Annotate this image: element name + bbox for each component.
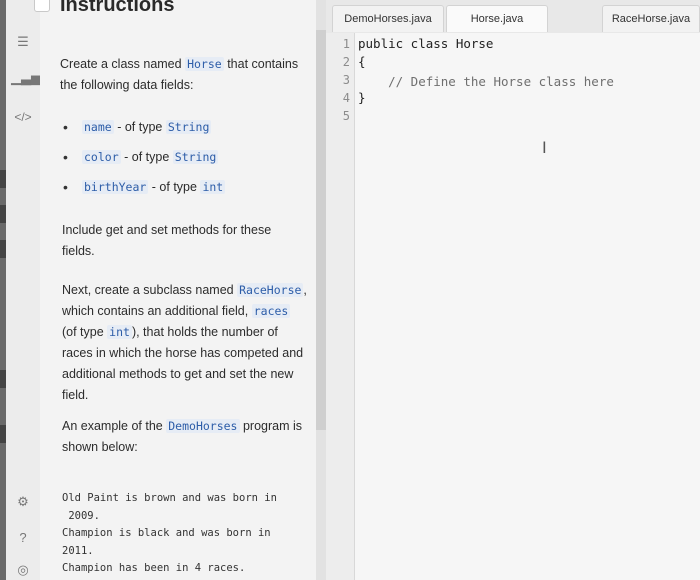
code-line[interactable]: // Define the Horse class here (358, 74, 614, 89)
example-text: An example of the (62, 419, 163, 433)
demohorses-code: DemoHorses (166, 419, 240, 433)
field-name: name (82, 120, 114, 134)
code-icon[interactable]: </> (11, 110, 35, 124)
field-type: int (200, 180, 226, 194)
line-number: 1 (342, 37, 350, 51)
races-field-code: races (251, 304, 291, 318)
intro-text: that contains (227, 57, 299, 71)
field-name: birthYear (82, 180, 149, 194)
tab-horse[interactable]: Horse.java (446, 5, 548, 32)
horse-class-code: Horse (185, 57, 224, 71)
field-sep: - of type (151, 180, 197, 194)
intro-text: Create a class named (60, 57, 182, 71)
code-line[interactable]: public class Horse (358, 36, 493, 51)
subclass-text: Next, create a subclass named (62, 283, 234, 297)
panel-tab-icon (34, 0, 50, 12)
instructions-title: Instructions (60, 0, 175, 16)
instructions-panel: Instructions Create a class named Horse … (34, 0, 317, 580)
list-icon[interactable]: ☰ (11, 34, 35, 50)
code-line[interactable]: } (358, 90, 366, 105)
scrollbar-thumb[interactable] (316, 30, 326, 430)
theme-icon[interactable]: ◎ (11, 562, 35, 578)
fields-list: name - of type String color - of type St… (58, 116, 308, 206)
field-type: String (172, 150, 219, 164)
list-item: name - of type String (58, 116, 308, 146)
line-number: 3 (342, 73, 350, 87)
help-icon[interactable]: ? (11, 530, 35, 545)
intro-paragraph: Create a class named Horse that contains… (60, 54, 316, 96)
field-sep: - of type (117, 120, 163, 134)
chart-icon[interactable]: ▁▃▅ (11, 70, 41, 86)
line-number: 4 (342, 91, 350, 105)
code-line[interactable]: { (358, 54, 366, 69)
getset-paragraph: Include get and set methods for these fi… (62, 223, 272, 258)
icon-rail: ☰ ▁▃▅ </> ⚙ ? ◎ (6, 0, 41, 580)
field-type: String (165, 120, 212, 134)
example-paragraph: An example of the DemoHorses program is … (62, 416, 307, 458)
list-item: birthYear - of type int (58, 176, 308, 206)
list-item: color - of type String (58, 146, 308, 176)
line-number-gutter: 1 2 3 4 5 (326, 33, 355, 580)
racehorse-class-code: RaceHorse (237, 283, 304, 297)
settings-icon[interactable]: ⚙ (11, 494, 35, 510)
line-number: 5 (342, 109, 350, 123)
subclass-paragraph: Next, create a subclass named RaceHorse,… (62, 280, 307, 406)
tab-demohorses[interactable]: DemoHorses.java (332, 5, 444, 32)
intro-text: the following data fields: (60, 78, 194, 92)
tab-racehorse[interactable]: RaceHorse.java (602, 5, 700, 32)
line-number: 2 (342, 55, 350, 69)
file-tabs: DemoHorses.java Horse.java RaceHorse.jav… (326, 0, 700, 33)
text-cursor-icon: I (542, 138, 547, 157)
subclass-text: (of type (62, 325, 104, 339)
int-type-code: int (107, 325, 132, 339)
code-editor[interactable]: DemoHorses.java Horse.java RaceHorse.jav… (326, 0, 700, 580)
sample-output: Old Paint is brown and was born in 2009.… (62, 492, 277, 574)
field-sep: - of type (124, 150, 170, 164)
field-name: color (82, 150, 121, 164)
